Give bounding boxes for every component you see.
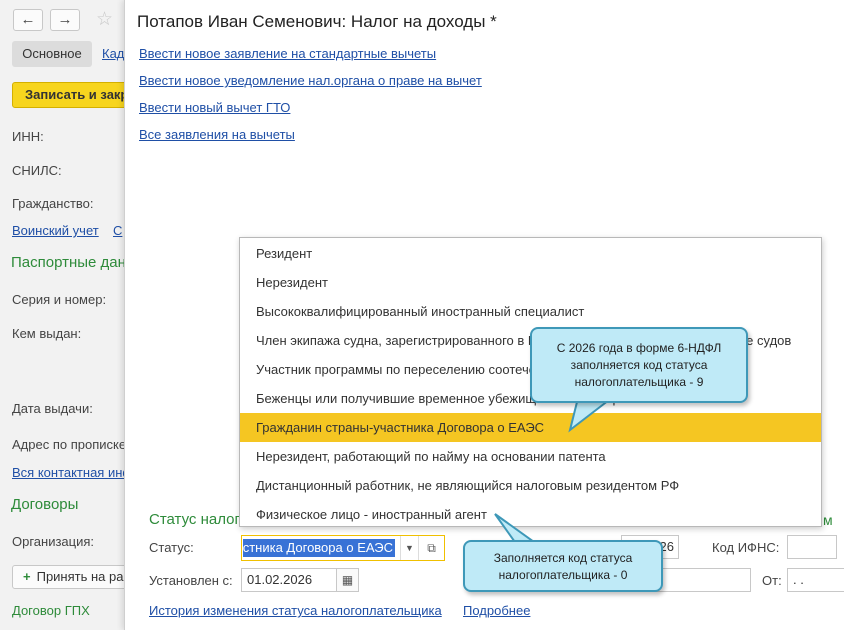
open-form-icon[interactable]: ⧉ — [418, 536, 444, 560]
window-title: Потапов Иван Семенович: Налог на доходы … — [137, 12, 497, 31]
status-select-value: Гражданин страны-участника Договора о ЕА… — [243, 539, 395, 557]
ifns-code-input[interactable] — [787, 535, 837, 559]
set-from-label: Установлен с: — [149, 573, 233, 588]
status-option[interactable]: Высококвалифицированный иностранный спец… — [240, 297, 821, 326]
series-number-label: Серия и номер: — [12, 292, 107, 307]
plus-icon: + — [23, 569, 31, 584]
ifns-code-label: Код ИФНС: — [712, 540, 780, 555]
inn-label: ИНН: — [12, 129, 44, 144]
gph-contract-link[interactable]: Договор ГПХ — [12, 603, 90, 618]
callout-top: С 2026 года в форме 6-НДФЛ заполняется к… — [530, 327, 748, 403]
contracts-section-header: Договоры — [11, 496, 79, 513]
star-icon[interactable]: ☆ — [96, 8, 113, 31]
arrow-left-icon: ← — [20, 11, 36, 28]
status-header-right: м — [823, 512, 833, 528]
arrow-right-icon: → — [57, 11, 73, 28]
forward-button[interactable]: → — [50, 9, 80, 31]
calendar-icon[interactable]: ▦ — [337, 568, 359, 592]
from-label: От: — [762, 573, 782, 588]
citizenship-label: Гражданство: — [12, 196, 94, 211]
chevron-down-icon[interactable]: ▼ — [400, 536, 418, 560]
status-option[interactable]: Дистанционный работник, не являющийся на… — [240, 471, 821, 500]
callout-bottom-text: Заполняется код статуса налогоплательщик… — [493, 551, 633, 582]
status-option-selected[interactable]: Гражданин страны-участника Договора о ЕА… — [240, 413, 821, 442]
extra-link[interactable]: С — [113, 223, 122, 238]
all-deduction-claims-link[interactable]: Все заявления на вычеты — [139, 127, 295, 142]
new-gto-deduction-link[interactable]: Ввести новый вычет ГТО — [139, 100, 290, 115]
organization-label: Организация: — [12, 534, 95, 549]
status-option[interactable]: Нерезидент, работающий по найму на основ… — [240, 442, 821, 471]
callout-top-text: С 2026 года в форме 6-НДФЛ заполняется к… — [556, 341, 722, 389]
details-link[interactable]: Подробнее — [463, 603, 530, 618]
from-date-input[interactable]: . . — [787, 568, 844, 592]
new-standard-deduction-link[interactable]: Ввести новое заявление на стандартные вы… — [139, 46, 436, 61]
military-record-link[interactable]: Воинский учет — [12, 223, 99, 238]
status-option[interactable]: Нерезидент — [240, 268, 821, 297]
status-label: Статус: — [149, 540, 194, 555]
issue-date-label: Дата выдачи: — [12, 401, 93, 416]
status-select[interactable]: Гражданин страны-участника Договора о ЕА… — [241, 535, 445, 561]
back-button[interactable]: ← — [13, 9, 43, 31]
callout-bottom: Заполняется код статуса налогоплательщик… — [463, 540, 663, 592]
address-label: Адрес по прописке: — [12, 437, 130, 452]
snils-label: СНИЛС: — [12, 163, 62, 178]
status-option[interactable]: Резидент — [240, 239, 821, 268]
tab-main[interactable]: Основное — [12, 41, 92, 67]
tab-personnel[interactable]: Кад — [102, 46, 124, 61]
accept-to-work-button[interactable]: + Принять на работу — [12, 565, 142, 589]
save-and-close-button[interactable]: Записать и закрыть — [12, 82, 142, 108]
set-from-date-input[interactable]: 01.02.2026 — [241, 568, 337, 592]
new-notice-link[interactable]: Ввести новое уведомление нал.органа о пр… — [139, 73, 482, 88]
issued-by-label: Кем выдан: — [12, 326, 82, 341]
status-history-link[interactable]: История изменения статуса налогоплательщ… — [149, 603, 442, 618]
